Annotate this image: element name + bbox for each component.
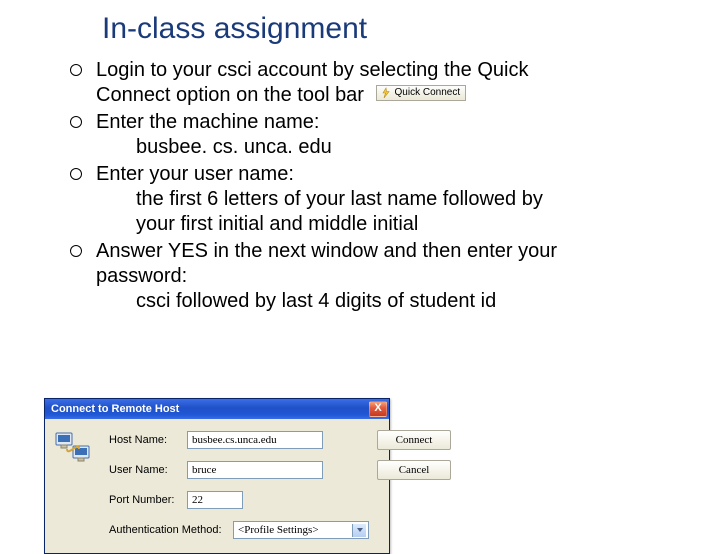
bullet-list: Login to your csci account by selecting …: [50, 58, 680, 314]
user-row: User Name:: [107, 461, 369, 479]
bullet-text: Connect option on the tool bar: [96, 84, 364, 106]
user-label: User Name:: [109, 464, 181, 476]
slide: In-class assignment Login to your csci a…: [0, 0, 720, 540]
close-button[interactable]: X: [369, 401, 387, 417]
connect-button[interactable]: Connect: [377, 430, 451, 450]
page-title: In-class assignment: [102, 12, 680, 46]
host-label: Host Name:: [109, 434, 181, 446]
user-input[interactable]: [187, 461, 323, 479]
bullet-subtext: csci followed by last 4 digits of studen…: [96, 289, 680, 314]
bullet-text: password:: [96, 265, 187, 287]
bullet-subtext: the first 6 letters of your last name fo…: [96, 187, 680, 212]
cancel-button[interactable]: Cancel: [377, 460, 451, 480]
dialog-body: Host Name: Connect User Name: Cancel Por…: [45, 419, 389, 553]
host-input[interactable]: [187, 431, 323, 449]
host-row: Host Name:: [107, 431, 369, 449]
port-row: Port Number:: [107, 491, 369, 509]
list-item: Enter your user name: the first 6 letter…: [70, 162, 680, 237]
port-label: Port Number:: [109, 494, 181, 506]
dialog-titlebar: Connect to Remote Host X: [45, 399, 389, 419]
auth-select[interactable]: <Profile Settings>: [233, 521, 369, 539]
quick-connect-label: Quick Connect: [395, 87, 461, 100]
quick-connect-button[interactable]: Quick Connect: [376, 85, 467, 102]
list-item: Enter the machine name: busbee. cs. unca…: [70, 110, 680, 160]
bullet-text: Enter your user name:: [96, 163, 294, 185]
bullet-text: Enter the machine name:: [96, 111, 319, 133]
bullet-text: Login to your csci account by selecting …: [96, 59, 528, 81]
bullet-subtext: busbee. cs. unca. edu: [96, 135, 680, 160]
bullet-subtext: your first initial and middle initial: [96, 212, 680, 237]
port-input[interactable]: [187, 491, 243, 509]
auth-value: <Profile Settings>: [238, 524, 319, 536]
list-item: Login to your csci account by selecting …: [70, 58, 680, 108]
hosts-icon: [53, 429, 93, 469]
auth-label: Authentication Method:: [109, 524, 227, 536]
auth-row: Authentication Method: <Profile Settings…: [107, 521, 369, 539]
dialog-title: Connect to Remote Host: [51, 403, 179, 415]
lightning-icon: [380, 87, 392, 99]
connect-dialog: Connect to Remote Host X Host Name: Conn…: [44, 398, 390, 554]
chevron-down-icon: [357, 528, 363, 532]
list-item: Answer YES in the next window and then e…: [70, 239, 680, 314]
bullet-text: Answer YES in the next window and then e…: [96, 240, 557, 262]
close-icon: X: [374, 402, 381, 414]
